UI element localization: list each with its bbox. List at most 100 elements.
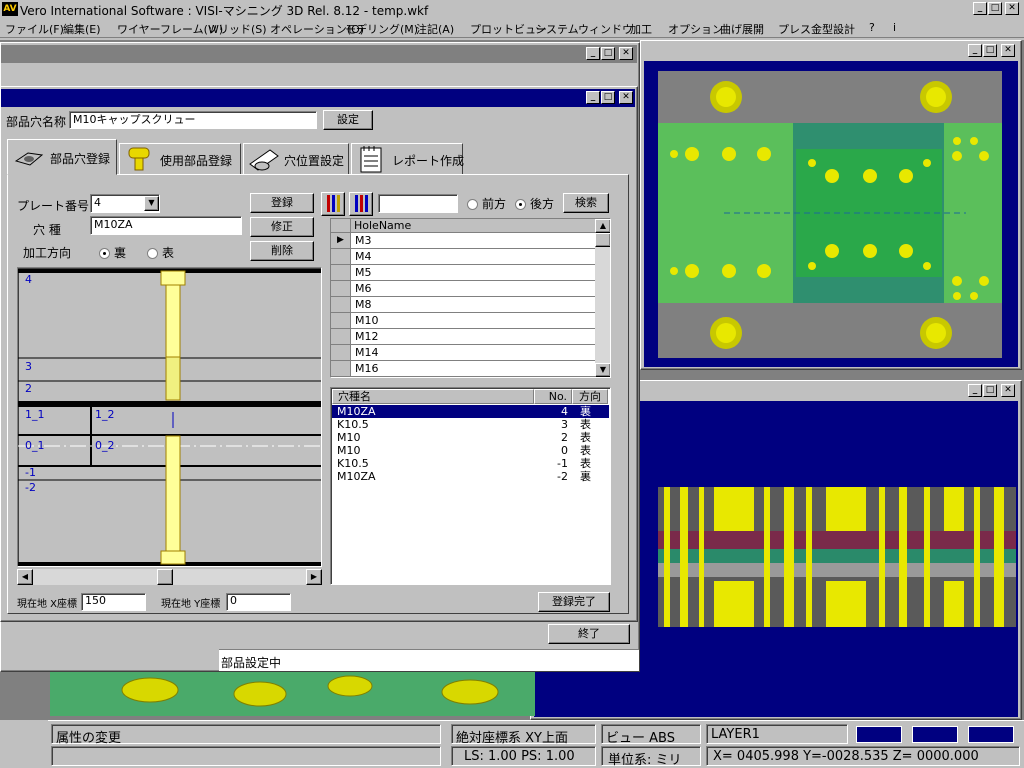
- title-bar: AV Vero International Software : VISI-マシ…: [0, 0, 1024, 18]
- hole-kind-row[interactable]: K10.5 -1 表: [332, 457, 609, 470]
- hole-row[interactable]: M5: [331, 265, 595, 281]
- dialog-minimize[interactable]: _: [586, 91, 600, 104]
- search-input[interactable]: [378, 194, 458, 213]
- status-color-1[interactable]: [856, 726, 902, 743]
- plate-dropdown-button[interactable]: ▼: [144, 196, 159, 211]
- dialog-close[interactable]: ✕: [619, 91, 633, 104]
- viewport-side-maximize[interactable]: □: [983, 384, 997, 397]
- menu-item-11[interactable]: オプション: [668, 21, 723, 37]
- hole-kind-row[interactable]: M10ZA 4 裏: [332, 405, 609, 418]
- tab-hole-position[interactable]: 穴位置設定: [243, 143, 349, 175]
- hole-name-grid[interactable]: HoleName ▶ M3 M4 M5 M6 M8 M10 M12 M14 M16 ▲ ▼: [330, 218, 611, 378]
- direction-back-label: 裏: [114, 246, 127, 260]
- register-button[interactable]: 登録: [250, 193, 314, 213]
- search-front-radio[interactable]: 前方: [467, 195, 506, 212]
- menu-item-8[interactable]: システム: [535, 21, 579, 37]
- grid-vscrollbar[interactable]: ▲ ▼: [595, 219, 610, 377]
- maximize-button[interactable]: □: [988, 2, 1002, 15]
- tab-report[interactable]: レポート作成: [351, 143, 464, 175]
- viewport-side-close[interactable]: ✕: [1001, 384, 1015, 397]
- menu-item-14[interactable]: ?: [869, 21, 875, 34]
- layer-label-1-1: 1_1: [25, 408, 45, 421]
- menu-item-9[interactable]: ウィンドウ: [578, 21, 633, 37]
- outer-minimize[interactable]: _: [586, 47, 600, 60]
- hole-kind-row[interactable]: M10 2 表: [332, 431, 609, 444]
- hole-name-cell: M3: [355, 234, 372, 247]
- outer-maximize[interactable]: □: [601, 47, 615, 60]
- menu-item-3[interactable]: ソリッド(S): [207, 21, 267, 37]
- hole-kind-row[interactable]: K10.5 3 表: [332, 418, 609, 431]
- tab-used-parts[interactable]: 使用部品登録: [119, 143, 241, 175]
- x-coord-input[interactable]: 150: [81, 593, 146, 611]
- status-color-3[interactable]: [968, 726, 1014, 743]
- diagram-hscrollbar[interactable]: ◀ ▶: [17, 569, 322, 585]
- position-icon: [249, 149, 279, 171]
- tool-icon-button-2[interactable]: [349, 192, 373, 216]
- scroll-right-button[interactable]: ▶: [306, 569, 322, 585]
- viewport-top-maximize[interactable]: □: [983, 44, 997, 57]
- menu-item-13[interactable]: プレス金型設計: [778, 21, 855, 37]
- hole-row[interactable]: M10: [331, 313, 595, 329]
- viewport-top-minimize[interactable]: _: [968, 44, 982, 57]
- delete-button[interactable]: 削除: [250, 241, 314, 261]
- hole-row[interactable]: M16: [331, 361, 595, 377]
- kind-input[interactable]: M10ZA: [90, 216, 242, 235]
- hole-row[interactable]: M12: [331, 329, 595, 345]
- tab-used-parts-label: 使用部品登録: [160, 154, 233, 168]
- grid-scroll-up[interactable]: ▲: [595, 219, 610, 233]
- menu-item-15[interactable]: i: [893, 21, 896, 34]
- menu-item-1[interactable]: 編集(E): [63, 21, 101, 37]
- menu-item-0[interactable]: ファイル(F): [5, 21, 64, 37]
- search-back-radio[interactable]: 後方: [515, 195, 554, 212]
- status-empty: [51, 746, 441, 766]
- minimize-button[interactable]: _: [973, 2, 987, 15]
- hole-row[interactable]: M6: [331, 281, 595, 297]
- end-button[interactable]: 終了: [548, 624, 630, 644]
- modify-button[interactable]: 修正: [250, 217, 314, 237]
- grid-scroll-down[interactable]: ▼: [595, 363, 610, 377]
- row-indicator: [331, 265, 351, 280]
- row-indicator: [331, 281, 351, 296]
- menu-item-10[interactable]: 加工: [630, 21, 652, 37]
- y-coord-input[interactable]: 0: [226, 593, 291, 611]
- viewport-top-canvas[interactable]: [644, 61, 1018, 367]
- hole-row[interactable]: M8: [331, 297, 595, 313]
- window-title: Vero International Software : VISI-マシニング…: [20, 4, 429, 18]
- row-pointer-icon: ▶: [331, 233, 351, 248]
- hole-kind-row[interactable]: M10ZA -2 裏: [332, 470, 609, 483]
- hole-kind-list[interactable]: 穴種名 No. 方向 M10ZA 4 裏 K10.5 3 表 M10 2 表 M10 0 表 K10.5…: [330, 387, 611, 585]
- hole-row[interactable]: ▶ M3: [331, 233, 595, 249]
- hole-name-cell: M12: [355, 330, 379, 343]
- set-button[interactable]: 設定: [323, 110, 373, 130]
- hole-kind-row[interactable]: M10 0 表: [332, 444, 609, 457]
- menu-item-12[interactable]: 曲げ展開: [720, 21, 764, 37]
- hole-section-diagram[interactable]: 4 3 2 1_1 1_2 0_1 0_2 -1 -2: [17, 267, 322, 567]
- viewport-side-minimize[interactable]: _: [968, 384, 982, 397]
- direction-front-radio[interactable]: 表: [147, 244, 174, 261]
- menu-item-6[interactable]: 注記(A): [416, 21, 454, 37]
- row-indicator: [331, 345, 351, 360]
- menu-item-5[interactable]: モデリング(M): [345, 21, 418, 37]
- status-color-2[interactable]: [912, 726, 958, 743]
- grid-scroll-thumb[interactable]: [595, 233, 610, 247]
- list-header-dir: 方向: [572, 389, 608, 404]
- hole-row[interactable]: M4: [331, 249, 595, 265]
- direction-front-label: 表: [162, 246, 175, 260]
- status-ls-ps: LS: 1.00 PS: 1.00: [451, 746, 596, 766]
- search-button[interactable]: 検索: [563, 193, 609, 213]
- layer-label-3: 3: [25, 360, 32, 373]
- scroll-thumb[interactable]: [157, 569, 173, 585]
- hole-row[interactable]: M14: [331, 345, 595, 361]
- close-button[interactable]: ✕: [1005, 2, 1019, 15]
- dialog-maximize[interactable]: □: [601, 91, 615, 104]
- outer-close[interactable]: ✕: [619, 47, 633, 60]
- hole-kind-no: -2: [557, 470, 568, 483]
- scroll-left-button[interactable]: ◀: [17, 569, 33, 585]
- tool-icon-button-1[interactable]: [321, 192, 345, 216]
- tab-part-hole[interactable]: 部品穴登録: [7, 139, 117, 175]
- viewport-top-close[interactable]: ✕: [1001, 44, 1015, 57]
- complete-button[interactable]: 登録完了: [538, 592, 610, 612]
- hole-name-cell: M10: [355, 314, 379, 327]
- hole-name-input[interactable]: M10キャップスクリュー: [69, 111, 317, 129]
- direction-back-radio[interactable]: 裏: [99, 244, 126, 261]
